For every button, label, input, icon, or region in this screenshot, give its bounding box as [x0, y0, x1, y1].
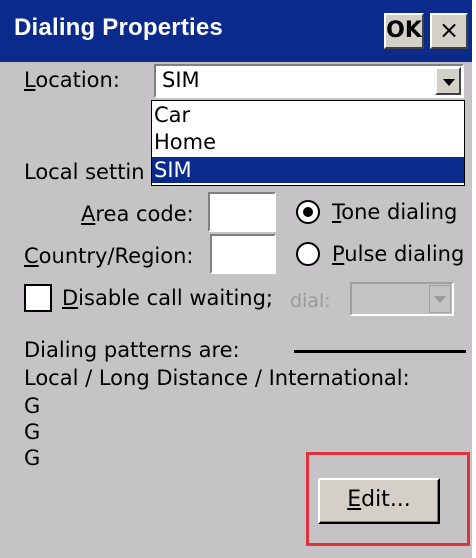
pulse-dialing-label: Pulse dialing	[332, 242, 465, 266]
location-option-car[interactable]: Car	[152, 102, 464, 128]
dial-label: dial:	[290, 290, 331, 312]
country-region-label: Country/Region:	[24, 244, 194, 268]
disable-call-waiting-label: Disable call waiting;	[62, 286, 273, 310]
dial-select	[350, 282, 454, 316]
dialing-patterns-heading: Dialing patterns are:	[24, 338, 240, 362]
location-selected-value: SIM	[162, 68, 200, 92]
window-title: Dialing Properties	[14, 14, 223, 41]
location-dropdown-list: Car Home SIM	[151, 100, 465, 186]
separator-line	[294, 350, 466, 353]
tone-dialing-label: Tone dialing	[332, 200, 458, 224]
local-settings-label: Local settin	[24, 160, 145, 184]
highlight-annotation-box	[306, 452, 470, 546]
close-button[interactable]: ×	[430, 13, 468, 49]
pattern-local: G	[24, 394, 41, 418]
pulse-dialing-radio[interactable]	[296, 242, 320, 266]
dial-dropdown-arrow-icon	[429, 285, 451, 313]
area-code-input[interactable]	[208, 192, 276, 232]
location-dropdown-arrow-icon[interactable]	[435, 67, 461, 95]
tone-dialing-radio[interactable]	[296, 200, 320, 224]
dialing-patterns-subheading: Local / Long Distance / International:	[24, 366, 410, 390]
disable-call-waiting-checkbox[interactable]	[24, 284, 52, 312]
location-option-home[interactable]: Home	[152, 129, 464, 155]
pattern-long-distance: G	[24, 420, 41, 444]
country-region-input[interactable]	[210, 234, 276, 274]
pattern-international: G	[24, 446, 41, 470]
title-bar: Dialing Properties OK ×	[0, 0, 472, 62]
ok-button[interactable]: OK	[384, 13, 424, 49]
location-label: Location:	[24, 68, 120, 92]
radio-selected-icon	[303, 207, 313, 217]
dialing-properties-dialog: Dialing Properties OK × Location: SIM Ca…	[0, 0, 474, 558]
location-option-sim[interactable]: SIM	[152, 157, 464, 183]
location-select[interactable]: SIM	[154, 64, 464, 98]
area-code-label: Area code:	[81, 202, 194, 226]
